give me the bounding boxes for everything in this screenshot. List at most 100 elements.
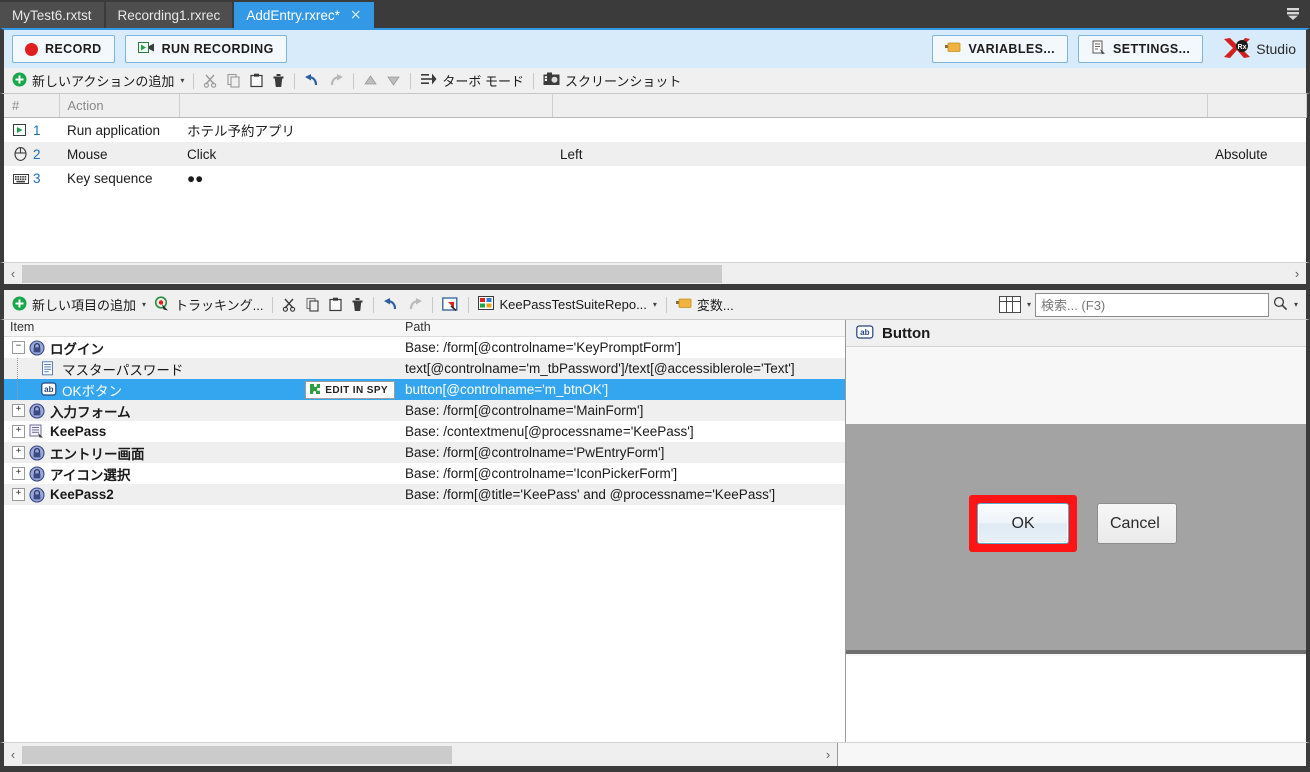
tree-row-iconselect[interactable]: + アイコン選択 Base: /form[@controlname='IconP… — [4, 463, 845, 484]
column-header-number[interactable]: # — [4, 94, 60, 118]
column-header-path[interactable]: Path — [399, 320, 845, 336]
repository-variables-button[interactable]: 変数... — [672, 294, 738, 316]
tracking-target-icon — [154, 295, 170, 314]
row-number: 3 — [33, 170, 41, 186]
delete-button[interactable] — [347, 294, 368, 316]
expander-icon[interactable]: − — [12, 341, 25, 354]
turbo-icon — [420, 72, 437, 89]
tree-guide-line — [17, 358, 19, 379]
tab-recording1[interactable]: Recording1.rxrec — [105, 2, 233, 28]
tree-row-inputform[interactable]: + 入力フォーム Base: /form[@controlname='MainF… — [4, 400, 845, 421]
repository-variables-label: 変数... — [696, 298, 734, 313]
column-header-action[interactable]: Action — [59, 94, 180, 118]
tree-row-masterpassword[interactable]: マスターパスワード text[@controlname='m_tbPasswor… — [4, 358, 845, 379]
chevron-down-icon[interactable]: ▾ — [180, 76, 184, 85]
row-number-cell: 1 — [4, 117, 59, 142]
search-options-button[interactable]: ▾ — [1269, 294, 1302, 316]
table-row[interactable]: 2 Mouse Click Left Absolute — [4, 142, 1306, 166]
screenshot-label: スクリーンショット — [565, 74, 682, 89]
scroll-thumb[interactable] — [22, 264, 722, 283]
variables-button[interactable]: VARIABLES... — [932, 35, 1068, 63]
screenshot-bottom-area — [846, 656, 1306, 742]
screenshot-button[interactable]: スクリーンショット — [539, 70, 685, 92]
column-header-3[interactable] — [179, 94, 553, 118]
edit-in-spy-button[interactable]: EDIT IN SPY — [305, 381, 395, 399]
copy-button[interactable] — [222, 70, 245, 92]
actions-horizontal-scrollbar[interactable]: ‹ › — [0, 262, 1310, 284]
lock-folder-icon — [29, 465, 45, 482]
scroll-right-icon[interactable]: › — [1288, 267, 1306, 280]
repository-toolbar: 新しい項目の追加 ▾ トラッキング... KeePassTestSuiteRep… — [0, 290, 1310, 320]
move-up-button[interactable] — [359, 70, 382, 92]
tab-addentry[interactable]: AddEntry.rxrec* × — [234, 2, 374, 28]
delete-button[interactable] — [268, 70, 289, 92]
add-new-action-button[interactable]: 新しいアクションの追加 ▾ — [8, 70, 188, 92]
redo-button[interactable] — [324, 70, 348, 92]
column-chooser-button[interactable]: ▾ — [995, 294, 1035, 316]
tracking-button[interactable]: トラッキング... — [150, 294, 267, 316]
cut-button[interactable] — [278, 294, 301, 316]
cancel-button[interactable]: Cancel — [1097, 503, 1177, 544]
paste-button[interactable] — [245, 70, 268, 92]
expander-icon[interactable]: + — [12, 467, 25, 480]
paste-button[interactable] — [324, 294, 347, 316]
record-button[interactable]: RECORD — [12, 35, 115, 63]
column-header-item[interactable]: Item — [4, 320, 399, 336]
expander-icon[interactable]: + — [12, 425, 25, 438]
tree-row-keepass[interactable]: + KeePass Base: /contextmenu[@processnam… — [4, 421, 845, 442]
edit-in-spy-label: EDIT IN SPY — [325, 384, 388, 396]
table-row[interactable]: 3 Key sequence ●● — [4, 166, 1306, 190]
repository-tree[interactable]: − ログイン Base: /form[@controlname='KeyProm… — [4, 337, 845, 742]
undo-button[interactable] — [379, 294, 403, 316]
run-recording-button[interactable]: RUN RECORDING — [124, 35, 287, 63]
copy-button[interactable] — [301, 294, 324, 316]
tree-item-path: Base: /form[@controlname='PwEntryForm'] — [405, 445, 665, 460]
tree-item-cell: マスターパスワード — [4, 358, 399, 379]
move-down-button[interactable] — [382, 70, 405, 92]
scroll-right-icon[interactable]: › — [819, 748, 837, 761]
add-new-item-button[interactable]: 新しい項目の追加 ▾ — [8, 294, 150, 316]
tree-row-entryscreen[interactable]: + エントリー画面 Base: /form[@controlname='PwEn… — [4, 442, 845, 463]
chevron-down-icon[interactable]: ▾ — [653, 300, 657, 309]
settings-button[interactable]: SETTINGS... — [1077, 35, 1204, 63]
validate-item-button[interactable] — [438, 294, 463, 316]
tree-row-login[interactable]: − ログイン Base: /form[@controlname='KeyProm… — [4, 337, 845, 358]
row-number-cell: 2 — [4, 142, 59, 166]
turbo-mode-button[interactable]: ターボ モード — [416, 70, 528, 92]
preview-screenshot[interactable]: OK Cancel — [846, 347, 1306, 742]
scroll-left-icon[interactable]: ‹ — [4, 267, 22, 280]
tree-row-okbutton[interactable]: ab OKボタン EDIT IN SPY button[@controlname… — [4, 379, 845, 400]
expander-icon[interactable]: + — [12, 488, 25, 501]
chevron-down-icon[interactable]: ▾ — [1294, 300, 1298, 309]
scroll-thumb[interactable] — [22, 745, 452, 764]
column-header-5[interactable] — [1207, 94, 1307, 118]
actions-empty-area[interactable] — [4, 190, 1306, 262]
tree-scroll-area[interactable]: ‹ › — [4, 745, 837, 764]
scroll-left-icon[interactable]: ‹ — [4, 748, 22, 761]
toolbar-separator — [432, 296, 434, 313]
tree-row-keepass2[interactable]: + KeePass2 Base: /form[@title='KeePass' … — [4, 484, 845, 505]
expander-icon[interactable]: + — [12, 404, 25, 417]
svg-text:Rx: Rx — [1238, 44, 1247, 51]
redo-button[interactable] — [403, 294, 427, 316]
expander-icon[interactable]: + — [12, 446, 25, 459]
ok-button[interactable]: OK — [977, 503, 1069, 544]
undo-button[interactable] — [300, 70, 324, 92]
scroll-track[interactable] — [22, 745, 819, 764]
close-icon[interactable]: × — [350, 8, 362, 22]
cut-button[interactable] — [199, 70, 222, 92]
column-header-4[interactable] — [552, 94, 1208, 118]
tab-mytest6[interactable]: MyTest6.rxtst — [0, 2, 104, 28]
table-row[interactable]: 1 Run application ホテル予約アプリ — [4, 117, 1306, 142]
tree-item-path: text[@controlname='m_tbPassword']/text[@… — [405, 361, 795, 376]
chevron-down-icon[interactable]: ▾ — [1027, 300, 1031, 309]
tab-overflow-icon[interactable] — [1282, 4, 1304, 24]
repository-horizontal-scrollbar[interactable]: ‹ › — [0, 742, 1310, 767]
chevron-down-icon[interactable]: ▾ — [142, 300, 146, 309]
repository-selector[interactable]: KeePassTestSuiteRepo... ▾ — [474, 294, 660, 316]
search-input[interactable]: 検索... (F3) — [1034, 292, 1269, 317]
lock-folder-icon — [29, 402, 45, 419]
scroll-track[interactable] — [22, 264, 1288, 283]
tab-bar: MyTest6.rxtst Recording1.rxrec AddEntry.… — [0, 0, 1310, 28]
highlighted-ok-button[interactable]: OK — [969, 495, 1077, 552]
